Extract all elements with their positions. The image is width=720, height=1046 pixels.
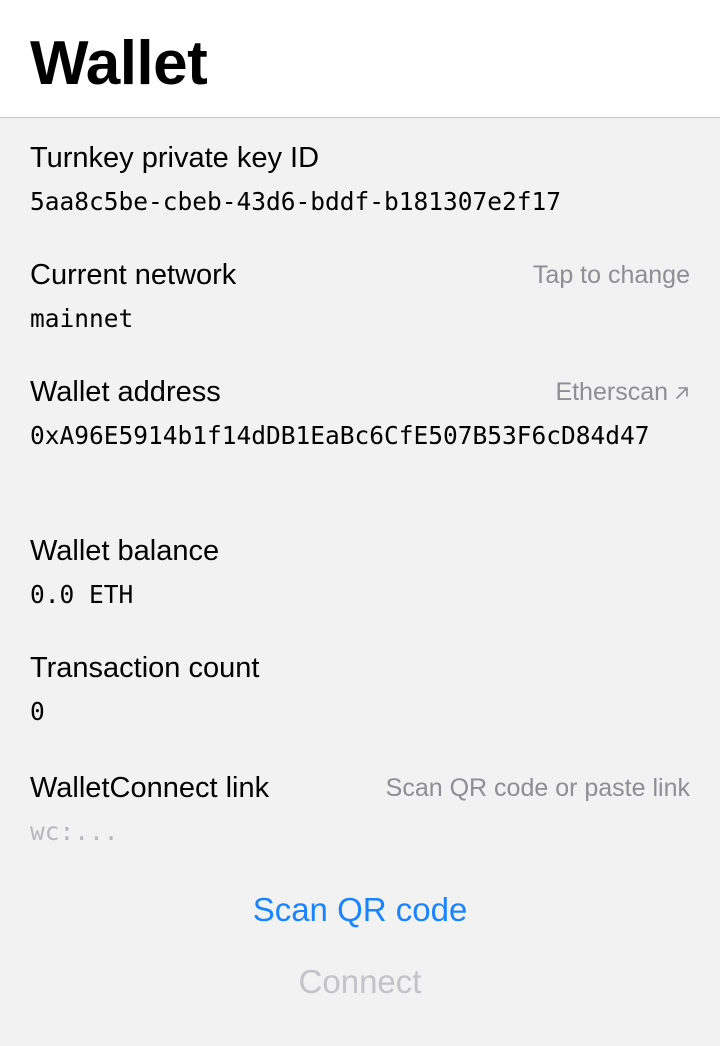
network-section[interactable]: Current network Tap to change mainnet	[30, 255, 690, 337]
network-value: mainnet	[30, 304, 134, 333]
page-title: Wallet	[30, 29, 208, 98]
scan-qr-code-button[interactable]: Scan QR code	[0, 888, 720, 932]
wallet-address-value: 0xA96E5914b1f14dDB1EaBc6CfE507B53F6cD84d…	[30, 421, 650, 450]
network-label: Current network	[30, 259, 237, 291]
address-section: Wallet address Etherscan 0xA96E5914b1f14…	[30, 372, 690, 454]
transaction-count-value: 0	[30, 697, 45, 726]
etherscan-link-label: Etherscan	[555, 378, 668, 406]
walletconnect-hint: Scan QR code or paste link	[385, 774, 690, 802]
wallet-address-label: Wallet address	[30, 376, 221, 408]
wallet-balance-value: 0.0 ETH	[30, 580, 134, 609]
tap-to-change-hint[interactable]: Tap to change	[533, 257, 690, 293]
tx-count-section: Transaction count 0	[30, 648, 690, 730]
private-key-section: Turnkey private key ID 5aa8c5be-cbeb-43d…	[30, 138, 690, 220]
private-key-label: Turnkey private key ID	[30, 142, 320, 174]
walletconnect-section: WalletConnect link Scan QR code or paste…	[30, 768, 690, 850]
balance-section: Wallet balance 0.0 ETH	[30, 531, 690, 613]
walletconnect-label: WalletConnect link	[30, 772, 270, 804]
transaction-count-label: Transaction count	[30, 652, 260, 684]
private-key-value: 5aa8c5be-cbeb-43d6-bddf-b181307e2f17	[30, 187, 562, 216]
connect-button[interactable]: Connect	[0, 960, 720, 1004]
header-bar: Wallet	[0, 0, 720, 118]
wallet-balance-label: Wallet balance	[30, 535, 220, 567]
etherscan-link[interactable]: Etherscan	[555, 374, 690, 410]
external-link-arrow-icon	[676, 387, 688, 400]
walletconnect-link-input[interactable]: wc:...	[30, 814, 690, 850]
